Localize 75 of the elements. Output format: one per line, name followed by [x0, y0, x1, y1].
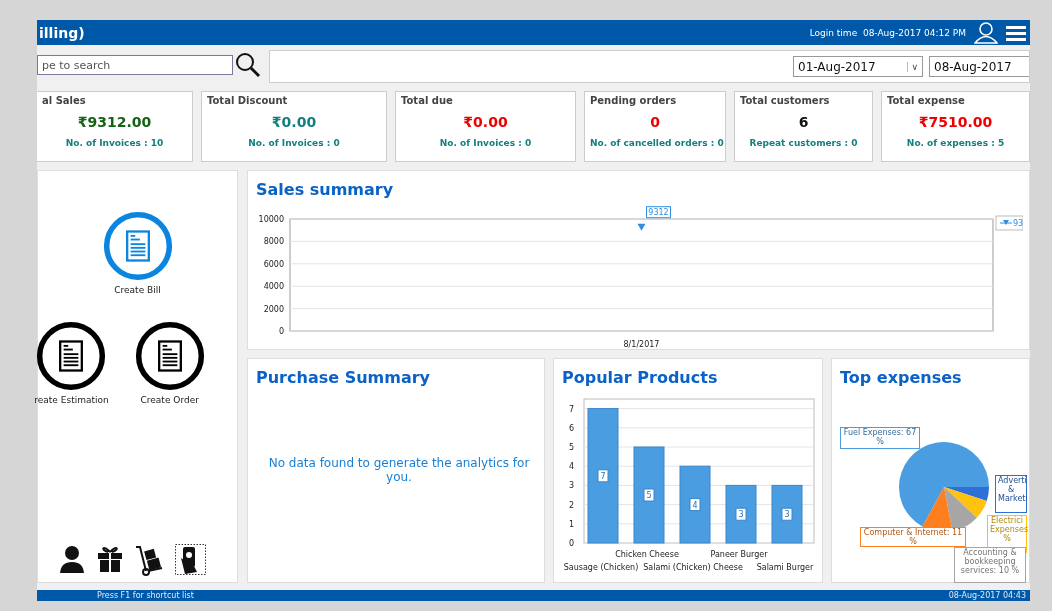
- y-tick-label: 2000: [263, 304, 284, 314]
- data-label: 3: [735, 507, 747, 521]
- document-icon: [102, 211, 173, 281]
- search-field[interactable]: pe to search: [37, 55, 233, 75]
- chart-legend: 93: [995, 215, 1023, 231]
- panel-title: Purchase Summary: [256, 368, 431, 387]
- user-icon[interactable]: [974, 21, 998, 44]
- stat-note: No. of Invoices : 0: [247, 138, 341, 148]
- hand-truck-icon[interactable]: [135, 544, 163, 576]
- x-tick-label: Chicken Cheese: [615, 550, 679, 559]
- action-button[interactable]: Create Bill: [102, 211, 173, 295]
- stat-value: 6: [797, 114, 810, 130]
- y-tick-label: 4: [568, 462, 574, 472]
- stat-title: Pending orders: [590, 95, 678, 106]
- x-tick-label: Sausage (Chicken): [563, 563, 639, 572]
- x-tick-label: Salami Burger: [756, 563, 814, 572]
- status-time: 08-Aug-2017 04:43: [948, 590, 1026, 601]
- x-tick-label: Salami (Chicken) Cheese: [643, 563, 743, 572]
- stat-title: Total customers: [740, 95, 831, 106]
- slice-label: Computer & Internet: 11 %: [860, 527, 966, 548]
- phone-in-hand-icon[interactable]: [175, 544, 206, 575]
- x-tick-label: 8/1/2017: [623, 340, 660, 349]
- panel-title: Popular Products: [562, 368, 719, 387]
- y-tick-label: 7: [568, 404, 574, 414]
- app-logo: illing): [38, 24, 85, 41]
- stat-note: No. of Invoices : 10: [64, 138, 165, 148]
- action-button[interactable]: reate Estimation: [34, 321, 109, 405]
- data-label: 4: [689, 498, 701, 512]
- to-date-field[interactable]: 08-Aug-2017: [929, 56, 1029, 77]
- stat-title: Total due: [401, 95, 454, 106]
- stat-note: No. of expenses : 5: [905, 138, 1006, 148]
- y-tick-label: 5: [568, 443, 574, 452]
- empty-message: No data found to generate the analytics for you.: [267, 455, 531, 486]
- login-time: Login time 08-Aug-2017 04:12 PM: [809, 27, 966, 38]
- y-tick-label: 0: [568, 539, 574, 548]
- stat-title: Total expense: [887, 95, 966, 106]
- y-tick-label: 6: [568, 423, 574, 433]
- y-tick-label: 6000: [263, 259, 284, 269]
- stat-note: Repeat customers : 0: [748, 138, 859, 148]
- y-tick-label: 8000: [263, 237, 284, 247]
- menu-icon[interactable]: [1006, 24, 1026, 41]
- action-button[interactable]: Create Order: [134, 321, 205, 405]
- data-label: 5: [643, 488, 655, 502]
- stat-value: 0: [649, 114, 661, 130]
- stat-value: ₹0.00: [270, 114, 318, 130]
- data-label: 3: [781, 507, 793, 521]
- y-tick-label: 3: [568, 481, 574, 491]
- y-tick-label: 2: [568, 500, 574, 510]
- slice-label: Fuel Expenses: 67 %: [840, 427, 920, 449]
- data-label: 7: [597, 469, 609, 483]
- bar: [771, 484, 803, 544]
- bar: [725, 484, 757, 544]
- legend-label: 93: [1013, 219, 1024, 228]
- x-tick-label: Paneer Burger: [710, 550, 768, 559]
- stat-note: No. of Invoices : 0: [438, 138, 533, 148]
- from-date-dropdown[interactable]: 01-Aug-2017 ∨: [793, 56, 923, 77]
- person-icon[interactable]: [59, 544, 85, 574]
- panel-title: Sales summary: [256, 180, 395, 199]
- data-point-marker: [637, 223, 646, 231]
- data-label: 9312: [646, 206, 671, 219]
- shortcut-hint: Press F1 for shortcut list: [97, 590, 194, 601]
- document-icon: [134, 321, 205, 391]
- y-tick-label: 1: [568, 519, 574, 529]
- slice-label: Accounting & bookkeeping services: 10 %: [954, 547, 1026, 583]
- search-icon[interactable]: [235, 52, 261, 78]
- y-tick-label: 4000: [263, 282, 284, 292]
- stat-value: ₹0.00: [462, 114, 509, 130]
- y-tick-label: 0: [278, 327, 284, 336]
- y-tick-label: 10000: [258, 215, 284, 224]
- stat-title: Total Discount: [207, 95, 289, 106]
- gift-icon[interactable]: [97, 544, 123, 572]
- panel-title: Top expenses: [840, 368, 963, 387]
- stat-title: al Sales: [42, 95, 87, 106]
- stat-value: ₹7510.00: [917, 114, 994, 130]
- stat-value: ₹9312.00: [76, 114, 153, 130]
